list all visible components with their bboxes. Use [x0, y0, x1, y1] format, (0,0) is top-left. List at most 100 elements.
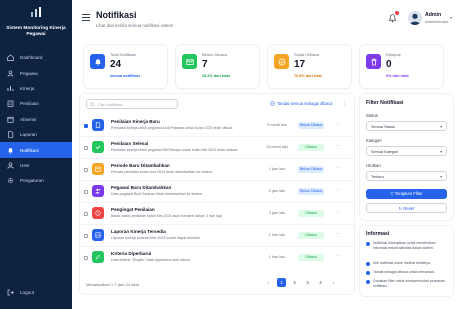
list-item[interactable]: Penilaian Selesai Penilaian kinerja untu…: [80, 137, 354, 159]
home-icon: [7, 54, 14, 62]
info-bullet-icon: [366, 261, 370, 266]
logout-button[interactable]: Logout: [0, 285, 72, 300]
row-time: 3 jam lalu: [268, 211, 286, 215]
row-menu-icon[interactable]: ⋯: [336, 121, 341, 127]
list-item[interactable]: Kriteria Diperbarui Data kriteria "Disip…: [80, 247, 354, 269]
row-checkbox[interactable]: [84, 168, 88, 172]
stat-label: Sudah Dibaca: [294, 52, 320, 57]
stat-value: 24: [110, 59, 122, 70]
sidebar-item-notifikasi[interactable]: Notifikasi: [0, 142, 72, 158]
sidebar-item-absensi[interactable]: Absensi: [0, 112, 72, 127]
row-menu-icon[interactable]: ⋯: [336, 143, 341, 149]
stat-sub: 29.2% dari total: [202, 74, 230, 78]
page-button[interactable]: 1: [277, 278, 286, 287]
user-name: Admin: [425, 12, 442, 18]
row-menu-icon[interactable]: ⋯: [336, 187, 341, 193]
row-desc: Data kriteria "Disiplin" telah diperbaru…: [111, 258, 191, 262]
stat-sub: semua notifikasi: [110, 74, 140, 78]
pagination: ‹ 1 2 3 4 ›: [264, 278, 342, 287]
stat-card-deleted: Dihapus 0 0% dari total: [360, 45, 443, 88]
sidebar-item-label: Dashboard: [20, 55, 43, 61]
brand: Sistem Monitoring Kinerja Pegawai: [0, 0, 72, 46]
app-root: Sistem Monitoring Kinerja Pegawai Dashbo…: [0, 0, 459, 309]
row-title: Penilaian Selesai: [111, 141, 149, 146]
status-select[interactable]: Semua Status ▾: [366, 121, 447, 131]
pagination-summary: Menampilkan 1-7 dari 24 data: [86, 282, 139, 287]
row-menu-icon[interactable]: ⋯: [336, 231, 341, 237]
check-circle-icon: [270, 101, 275, 106]
kategori-select[interactable]: Semua Kategori ▾: [366, 146, 447, 156]
row-title: Periode Baru Ditambahkan: [111, 163, 170, 168]
prev-page-button[interactable]: ‹: [264, 278, 273, 287]
notification-dot: [395, 11, 399, 15]
search-input[interactable]: Cari notifikasi...: [86, 99, 178, 109]
stat-card-total: Total Notifikasi 24 semua notifikasi: [84, 45, 167, 88]
row-title: Penilaian Kinerja Baru: [111, 119, 160, 124]
calendar-icon: [92, 163, 104, 175]
list-item[interactable]: Laporan Kinerja Tersedia Laporan kinerja…: [80, 225, 354, 247]
sidebar-item-laporan[interactable]: Laporan: [0, 127, 72, 142]
sidebar-item-label: Laporan: [20, 132, 37, 138]
sidebar-item-kinerja[interactable]: Kinerja: [0, 81, 72, 96]
mark-all-read-button[interactable]: Tandai semua sebagai dibaca: [270, 101, 332, 106]
info-item: Notifikasi ditampilkan untuk memberikan …: [366, 241, 450, 251]
urutkan-select[interactable]: Terbaru ▾: [366, 171, 447, 181]
row-desc: Penilaian kinerja untuk pegawai Siti Rah…: [111, 148, 239, 152]
page-button[interactable]: 3: [303, 278, 312, 287]
user-icon: [7, 162, 14, 169]
sidebar-item-user[interactable]: User: [0, 158, 72, 173]
info-item: Gunakan filter untuk mempermudah pencari…: [366, 279, 450, 289]
row-menu-icon[interactable]: ⋯: [336, 253, 341, 259]
file-icon: [92, 119, 104, 131]
page-button[interactable]: 2: [290, 278, 299, 287]
row-checkbox[interactable]: [84, 190, 88, 194]
logo-icon: [31, 7, 41, 17]
next-page-button[interactable]: ›: [329, 278, 338, 287]
info-bullet-icon: [366, 241, 370, 246]
user-add-icon: [92, 185, 104, 197]
row-menu-icon[interactable]: ⋯: [336, 165, 341, 171]
brand-title: Sistem Monitoring Kinerja Pegawai: [6, 26, 66, 37]
stat-value: 17: [294, 59, 306, 70]
row-checkbox[interactable]: [84, 124, 88, 128]
row-menu-icon[interactable]: ⋯: [336, 209, 341, 215]
list-item[interactable]: Pengingat Penilaian Batas waktu penilaia…: [80, 203, 354, 225]
info-text: Gunakan filter untuk mempermudah pencari…: [373, 279, 446, 288]
reset-button[interactable]: ↻ Reset: [366, 203, 447, 213]
chevron-down-icon[interactable]: ▾: [450, 15, 452, 20]
sidebar-item-pengaturan[interactable]: Pengaturan: [0, 173, 72, 188]
chevron-down-icon: ▾: [440, 175, 442, 179]
row-checkbox[interactable]: [84, 146, 88, 150]
chevron-down-icon: ▾: [440, 150, 442, 154]
more-options-icon[interactable]: ⋮: [342, 100, 347, 106]
sidebar-item-dashboard[interactable]: Dashboard: [0, 50, 72, 65]
filter-panel: Filter Notifikasi Status Semua Status ▾ …: [360, 94, 453, 220]
row-checkbox[interactable]: [84, 234, 88, 238]
list-item[interactable]: Pegawai Baru Ditambahkan Data pegawai Bu…: [80, 181, 354, 203]
check-icon: [92, 141, 104, 153]
stat-value: 0: [386, 59, 392, 70]
sidebar-nav: Dashboard Pegawai Kinerja Penilaian Abse…: [0, 50, 72, 189]
page-button[interactable]: 4: [316, 278, 325, 287]
row-desc: Periode penilaian bulan Juni 2024 telah …: [111, 170, 213, 174]
list-item[interactable]: Periode Baru Ditambahkan Periode penilai…: [80, 159, 354, 181]
row-checkbox[interactable]: [84, 256, 88, 260]
menu-toggle-icon[interactable]: [82, 14, 90, 23]
edit-icon: [92, 251, 104, 263]
gear-icon: [7, 177, 14, 184]
apply-filter-button[interactable]: ▽ Terapkan Filter: [366, 189, 447, 199]
avatar[interactable]: [408, 11, 422, 25]
row-title: Kriteria Diperbarui: [111, 251, 152, 256]
info-panel: Informasi Notifikasi ditampilkan untuk m…: [360, 226, 453, 296]
status-badge: Dibaca: [298, 254, 324, 261]
sidebar-item-penilaian[interactable]: Penilaian: [0, 96, 72, 111]
info-item: Klik notifikasi untuk melihat detailnya.: [366, 261, 450, 266]
header: Notifikasi Lihat dan kelola semua notifi…: [72, 0, 459, 40]
clock-icon: [92, 207, 104, 219]
bell-icon: [7, 147, 14, 154]
row-title: Laporan Kinerja Tersedia: [111, 229, 166, 234]
list-item[interactable]: Penilaian Kinerja Baru Penilaian kinerja…: [80, 115, 354, 137]
sidebar-item-pegawai[interactable]: Pegawai: [0, 65, 72, 80]
row-checkbox[interactable]: [84, 212, 88, 216]
avatar-icon: [410, 13, 420, 25]
